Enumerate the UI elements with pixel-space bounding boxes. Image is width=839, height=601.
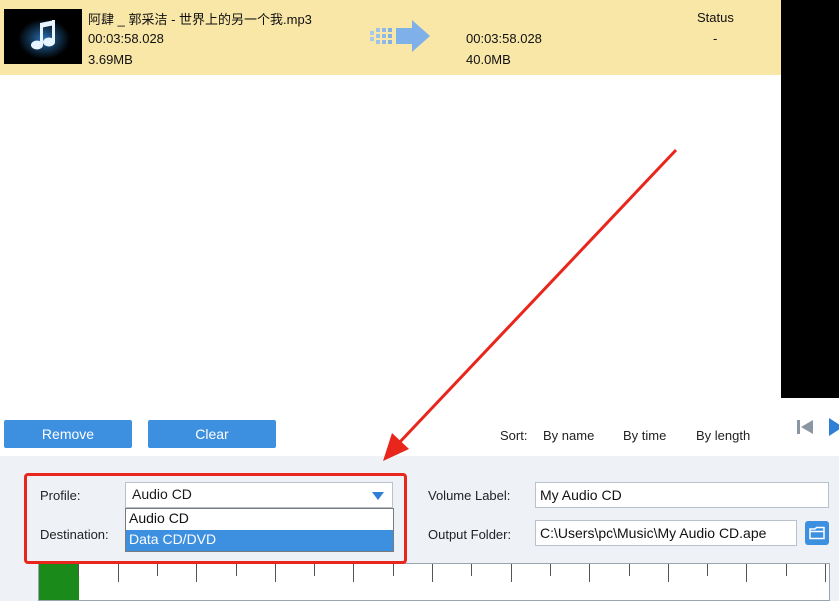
capacity-tick	[589, 564, 590, 582]
output-folder-input[interactable]: C:\Users\pc\Music\My Audio CD.ape	[535, 520, 797, 546]
capacity-tick	[786, 564, 787, 576]
annotation-highlight-box	[24, 473, 407, 564]
capacity-tick	[746, 564, 747, 582]
output-folder-label: Output Folder:	[428, 527, 512, 542]
file-row-selected[interactable]: 阿肆 _ 郭采洁 - 世界上的另一个我.mp3 00:03:58.028 3.6…	[0, 0, 781, 75]
capacity-tick	[275, 564, 276, 582]
capacity-tick	[629, 564, 630, 576]
folder-icon	[809, 526, 825, 540]
browse-folder-button[interactable]	[805, 521, 829, 545]
capacity-tick	[118, 564, 119, 582]
sort-by-name[interactable]: By name	[543, 428, 594, 443]
output-duration: 00:03:58.028	[466, 31, 542, 46]
capacity-tick	[157, 564, 158, 576]
disc-capacity-bar	[38, 563, 830, 601]
music-note-icon	[4, 9, 82, 64]
convert-arrow-icon	[370, 20, 430, 52]
source-size: 3.69MB	[88, 52, 133, 67]
volume-label-label: Volume Label:	[428, 488, 511, 503]
capacity-used-fill	[39, 564, 79, 600]
file-list: 阿肆 _ 郭采洁 - 世界上的另一个我.mp3 00:03:58.028 3.6…	[0, 0, 781, 400]
capacity-tick	[471, 564, 472, 576]
sort-label: Sort:	[500, 428, 528, 443]
preview-pane	[781, 0, 839, 398]
capacity-tick	[78, 564, 79, 576]
player-controls	[781, 398, 839, 456]
capacity-tick	[668, 564, 669, 582]
capacity-tick	[825, 564, 826, 582]
source-duration: 00:03:58.028	[88, 31, 164, 46]
capacity-tick	[393, 564, 394, 576]
capacity-tick	[511, 564, 512, 582]
output-size: 40.0MB	[466, 52, 511, 67]
status-value: -	[713, 31, 718, 46]
sort-by-length[interactable]: By length	[696, 428, 750, 443]
play-icon[interactable]	[829, 418, 839, 436]
remove-button[interactable]: Remove	[4, 420, 132, 448]
sort-by-time[interactable]: By time	[623, 428, 666, 443]
capacity-tick	[707, 564, 708, 576]
status-header: Status	[697, 10, 734, 25]
capacity-tick	[236, 564, 237, 576]
volume-label-input[interactable]: My Audio CD	[535, 482, 829, 508]
clear-button[interactable]: Clear	[148, 420, 276, 448]
capacity-tick	[432, 564, 433, 582]
capacity-tick	[353, 564, 354, 582]
capacity-tick	[550, 564, 551, 576]
file-name: 阿肆 _ 郭采洁 - 世界上的另一个我.mp3	[88, 12, 312, 27]
capacity-tick	[314, 564, 315, 576]
skip-back-icon[interactable]	[797, 420, 813, 434]
capacity-tick	[196, 564, 197, 582]
